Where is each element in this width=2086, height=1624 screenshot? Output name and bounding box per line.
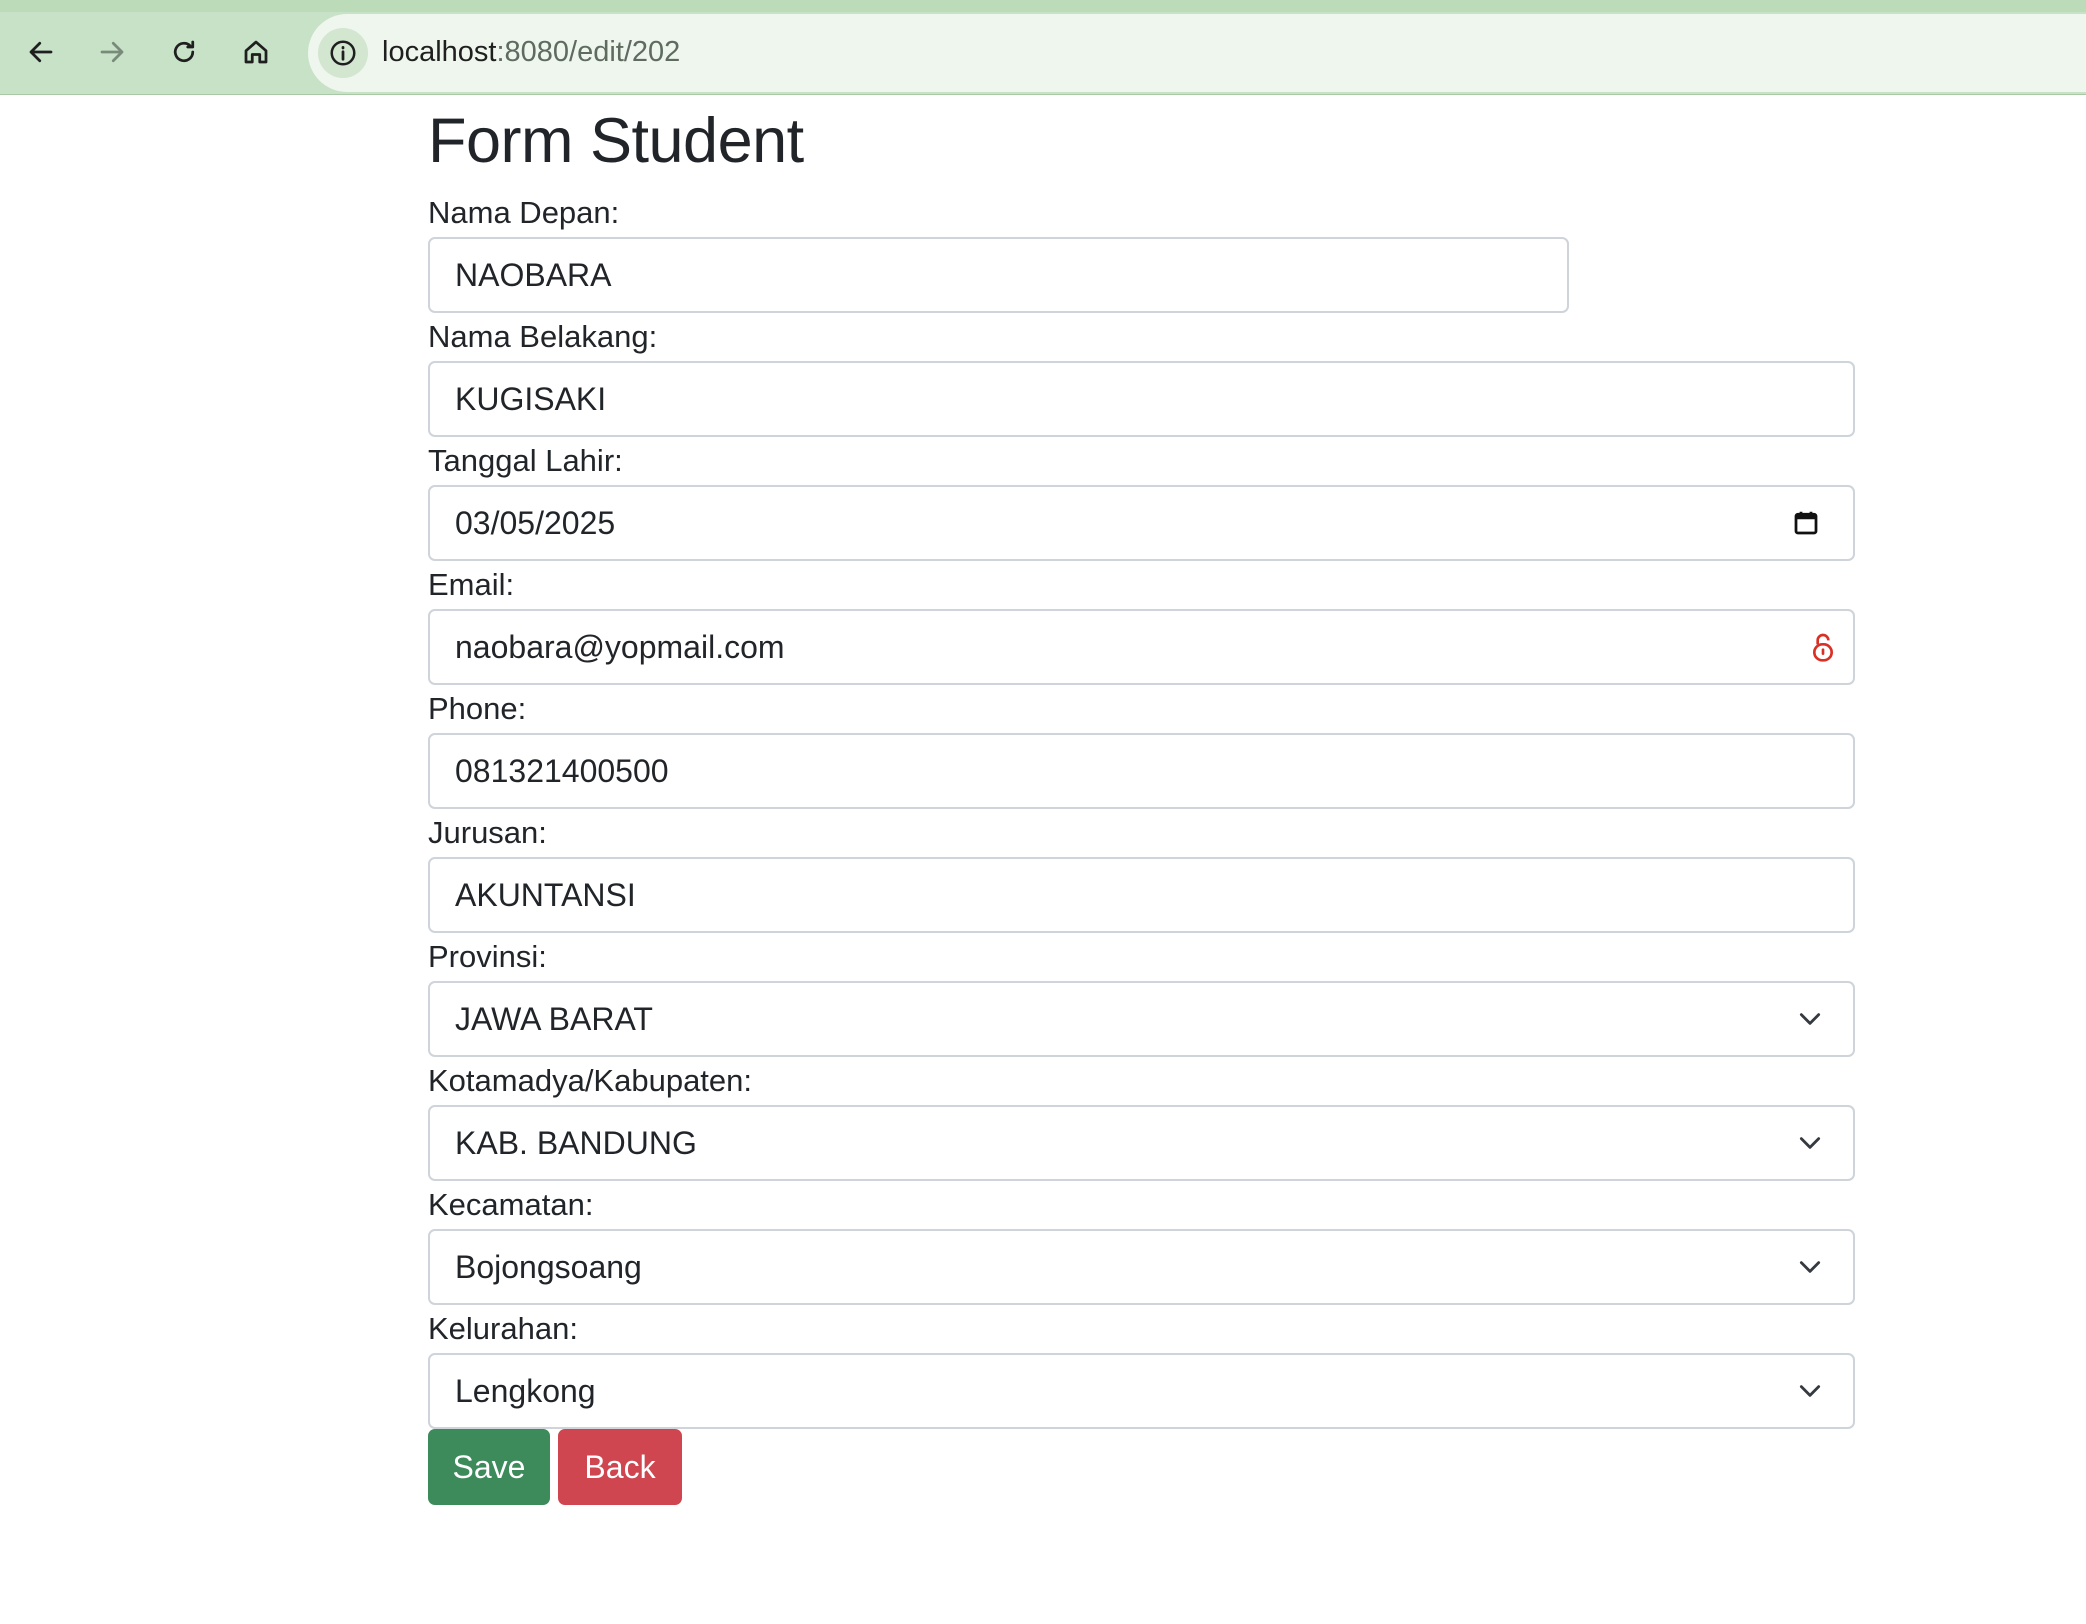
site-info-button[interactable]: [318, 28, 368, 78]
kotamadya-value: KAB. BANDUNG: [455, 1124, 697, 1161]
reload-button[interactable]: [161, 29, 207, 75]
browser-toolbar: localhost:8080/edit/202: [0, 0, 2086, 95]
date-picker-button[interactable]: [1791, 508, 1821, 538]
provinsi-label: Provinsi:: [428, 939, 547, 974]
nama-belakang-value: KUGISAKI: [455, 380, 607, 417]
phone-input[interactable]: 081321400500: [428, 733, 1855, 809]
back-button-form[interactable]: Back: [558, 1429, 682, 1505]
url-host: localhost: [382, 36, 497, 68]
forward-button[interactable]: [89, 29, 135, 75]
kelurahan-label: Kelurahan:: [428, 1311, 578, 1346]
kecamatan-value: Bojongsoang: [455, 1248, 642, 1285]
email-input[interactable]: naobara@yopmail.com: [428, 609, 1855, 685]
chevron-down-icon: [1797, 1006, 1823, 1032]
site-info-icon: [330, 40, 356, 66]
page-title: Form Student: [428, 106, 804, 176]
tanggal-lahir-input[interactable]: 03/05/2025: [428, 485, 1855, 561]
email-label: Email:: [428, 567, 515, 602]
password-lock-icon: [1813, 633, 1833, 662]
jurusan-value: AKUNTANSI: [455, 876, 636, 913]
provinsi-value: JAWA BARAT: [455, 1000, 653, 1037]
home-icon: [244, 40, 268, 64]
phone-value: 081321400500: [455, 752, 669, 789]
password-manager-button[interactable]: [1809, 631, 1837, 663]
nama-belakang-input[interactable]: KUGISAKI: [428, 361, 1855, 437]
nama-belakang-label: Nama Belakang:: [428, 319, 658, 354]
forward-arrow-icon: [100, 41, 124, 63]
nama-depan-input[interactable]: NAOBARA: [428, 237, 1569, 313]
url-text: localhost:8080/edit/202: [382, 34, 680, 70]
chevron-down-icon: [1797, 1130, 1823, 1156]
nama-depan-value: NAOBARA: [455, 256, 612, 293]
back-arrow-icon: [29, 41, 53, 63]
kelurahan-value: Lengkong: [455, 1372, 596, 1409]
kotamadya-select[interactable]: KAB. BANDUNG: [428, 1105, 1855, 1181]
kelurahan-select[interactable]: Lengkong: [428, 1353, 1855, 1429]
tanggal-lahir-label: Tanggal Lahir:: [428, 443, 623, 478]
kecamatan-label: Kecamatan:: [428, 1187, 594, 1222]
provinsi-select[interactable]: JAWA BARAT: [428, 981, 1855, 1057]
jurusan-label: Jurusan:: [428, 815, 547, 850]
address-bar[interactable]: localhost:8080/edit/202: [308, 14, 2086, 92]
url-path: :8080/edit/202: [496, 36, 681, 68]
phone-label: Phone:: [428, 691, 527, 726]
back-button[interactable]: [18, 29, 64, 75]
kecamatan-select[interactable]: Bojongsoang: [428, 1229, 1855, 1305]
chevron-down-icon: [1797, 1378, 1823, 1404]
kotamadya-label: Kotamadya/Kabupaten:: [428, 1063, 753, 1098]
jurusan-input[interactable]: AKUNTANSI: [428, 857, 1855, 933]
home-button[interactable]: [233, 29, 279, 75]
chevron-down-icon: [1797, 1254, 1823, 1280]
email-value: naobara@yopmail.com: [455, 628, 785, 665]
calendar-icon: [1794, 511, 1818, 535]
reload-icon: [173, 40, 195, 63]
save-button[interactable]: Save: [428, 1429, 550, 1505]
nama-depan-label: Nama Depan:: [428, 195, 620, 230]
tanggal-lahir-value: 03/05/2025: [455, 504, 616, 541]
